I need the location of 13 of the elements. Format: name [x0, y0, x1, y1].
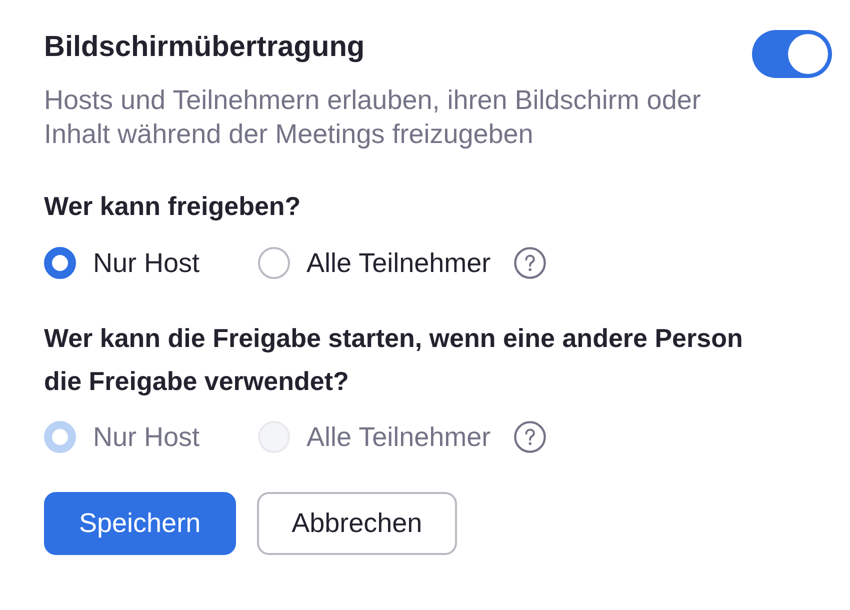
radio-button[interactable]	[44, 246, 76, 278]
help-icon[interactable]	[514, 246, 546, 278]
option-label[interactable]: Nur Host	[93, 246, 200, 280]
save-button[interactable]: Speichern	[44, 492, 236, 555]
question-label: Wer kann die Freigabe starten, wenn eine andere Person die Freigabe verwendet?	[44, 322, 744, 398]
help-icon[interactable]	[514, 421, 546, 453]
toggle-switch[interactable]	[752, 30, 832, 78]
cancel-button[interactable]: Abbrechen	[256, 492, 458, 555]
question-label: Wer kann freigeben?	[44, 190, 302, 223]
setting-title: Bildschirmübertragung	[44, 30, 366, 65]
option-label[interactable]: Alle Teilnehmer	[306, 246, 491, 280]
setting-description: Hosts und Teilnehmern erlauben, ihren Bildschirm oder Inhalt während der Meetings freizugeben	[44, 84, 702, 151]
radio-button[interactable]	[258, 246, 290, 278]
